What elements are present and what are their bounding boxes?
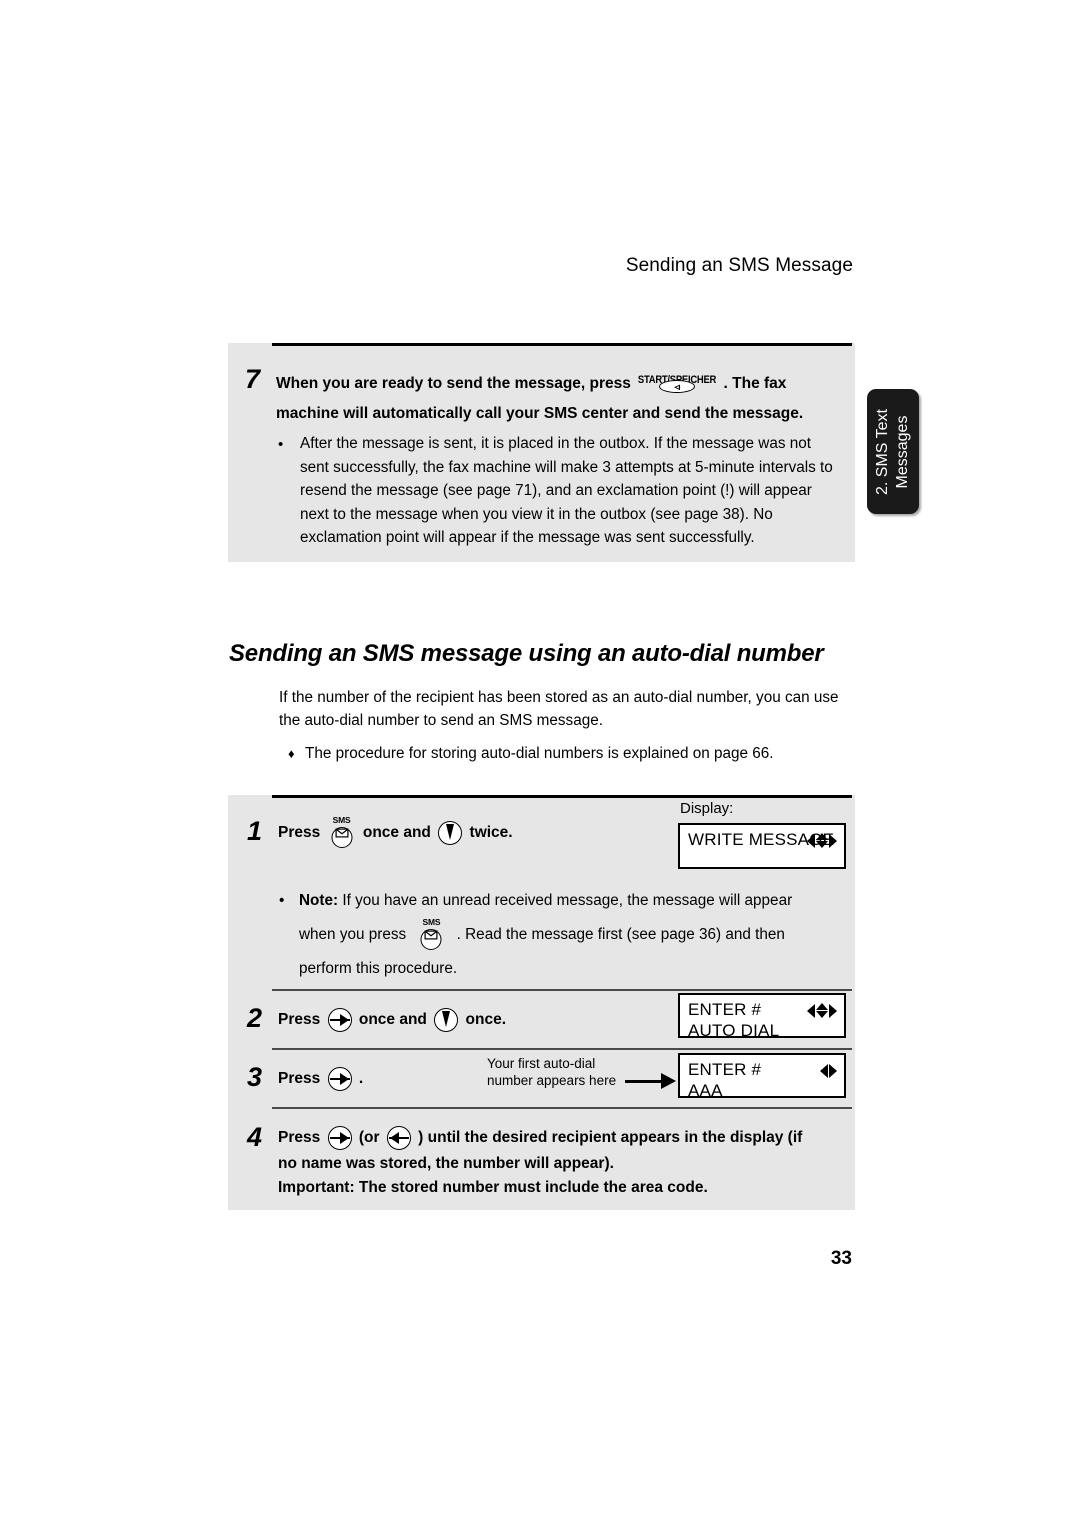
start-speicher-key-icon: START/SPEICHER ⏿: [638, 366, 717, 393]
step-1-end-label: twice.: [469, 824, 513, 842]
sms-key-icon: SMS: [418, 916, 444, 950]
down-arrow-key-icon: [438, 821, 463, 845]
lcd-left-arrow-icon: [820, 1063, 828, 1078]
lcd-right-arrow-icon: [829, 1003, 837, 1018]
step-7-bullet-text: After the message is sent, it is placed …: [300, 435, 833, 546]
note-line-1: • Note: If you have an unread received m…: [279, 884, 845, 918]
step-7-instruction: When you are ready to send the message, …: [276, 366, 846, 429]
sms-key-label: SMS: [332, 815, 351, 825]
step-3-press-label: Press: [278, 1070, 321, 1087]
chapter-thumb-tab-text: 2. SMS Text Messages: [873, 392, 913, 512]
envelope-icon: [424, 930, 438, 940]
note-text-part1: If you have an unread received message, …: [342, 892, 793, 909]
note-line-2: when you press SMS . Read the message fi…: [299, 916, 845, 952]
lcd-left-arrow-icon: [807, 833, 815, 848]
step-3-callout-line-1: Your first auto-dial: [487, 1056, 596, 1071]
step-2-divider-rule: [272, 989, 852, 991]
note-text-part2: when you press: [299, 926, 407, 943]
lcd-updown-arrow-icon: [816, 833, 828, 848]
right-arrow-key-icon: [327, 1125, 352, 1150]
lcd-arrow-indicators-step-1: [807, 831, 837, 850]
step-4-divider-rule: [272, 1107, 852, 1109]
lcd-line-2-step-3: AAA: [688, 1081, 723, 1100]
step-1-instruction: Press SMS once and twice.: [278, 815, 513, 848]
down-arrow-key-wedge: [446, 824, 455, 840]
step-4-continuation: no name was stored, the number will appe…: [278, 1152, 848, 1200]
step-4-press-label: Press: [278, 1129, 321, 1146]
note-label: Note:: [299, 892, 339, 909]
step-3-instruction: Press .: [278, 1065, 363, 1092]
chapter-thumb-tab: 2. SMS Text Messages: [867, 389, 919, 514]
manual-page: Sending an SMS Message 7 When you are re…: [0, 0, 1080, 1528]
step-7-bullet: • After the message is sent, it is place…: [278, 432, 844, 550]
chapter-tab-line-2: Messages: [894, 415, 911, 488]
down-arrow-key-icon: [434, 1007, 459, 1032]
right-arrow-key-icon: [327, 1066, 352, 1091]
section-intro-paragraph: If the number of the recipient has been …: [279, 689, 839, 729]
step-2-end-label: once.: [465, 1011, 507, 1028]
step-3-callout: Your first auto-dial number appears here: [487, 1055, 616, 1089]
step-2-mid-label: once and: [358, 1011, 427, 1028]
sms-key-label: SMS: [422, 916, 441, 927]
power-glyph: ⏿: [674, 381, 681, 391]
section-heading: Sending an SMS message using an auto-dia…: [229, 640, 824, 667]
lcd-display-step-3: ENTER # AAA: [678, 1053, 846, 1100]
step-1-press-label: Press: [278, 824, 321, 842]
step-4-line-3: Important: The stored number must includ…: [278, 1179, 708, 1196]
lcd-arrow-indicators-step-3: [820, 1061, 837, 1080]
panel-top-rule: [272, 343, 852, 346]
step-3-end-label: .: [358, 1070, 364, 1087]
diamond-marker-icon: ♦: [288, 746, 295, 761]
chapter-tab-line-1: 2. SMS Text: [874, 408, 891, 495]
display-label: Display:: [680, 800, 734, 817]
step-number-4: 4: [247, 1122, 263, 1152]
step-number-1: 1: [247, 816, 263, 846]
note-text-part3: . Read the message first (see page 36) a…: [456, 926, 785, 943]
step-4-line-2: no name was stored, the number will appe…: [278, 1155, 614, 1172]
section-diamond-note-text: The procedure for storing auto-dial numb…: [305, 745, 774, 762]
lcd-display-step-2: ENTER # AUTO DIAL: [678, 993, 846, 1040]
left-arrow-key-icon: [386, 1125, 411, 1150]
lcd-right-arrow-icon: [829, 833, 837, 848]
lcd-line-1-step-3: ENTER #: [688, 1060, 762, 1079]
right-arrow-key-icon: [327, 1007, 352, 1032]
step-4-line1-tail: until the desired recipient appears in t…: [427, 1129, 803, 1146]
step-1-mid-label: once and: [362, 824, 431, 842]
note-line-3: perform this procedure.: [299, 952, 845, 986]
lcd-line-2-step-2: AUTO DIAL: [688, 1021, 780, 1040]
lcd-left-arrow-icon: [807, 1003, 815, 1018]
section-diamond-note: ♦ The procedure for storing auto-dial nu…: [288, 743, 848, 765]
note-text-part4: perform this procedure.: [299, 960, 458, 977]
step-3-divider-rule: [272, 1048, 852, 1050]
step-3-callout-line-2: number appears here: [487, 1073, 617, 1088]
step-2-press-label: Press: [278, 1011, 321, 1028]
step-1-note: • Note: If you have an unread received m…: [279, 884, 845, 986]
steps-panel-top-rule: [272, 795, 852, 798]
lcd-right-arrow-icon: [829, 1063, 837, 1078]
step-number-2: 2: [247, 1003, 263, 1033]
start-speicher-key-oval: ⏿: [659, 380, 696, 393]
running-header: Sending an SMS Message: [625, 255, 853, 276]
step-3-callout-arrow-icon: [625, 1073, 676, 1089]
step-4-or-close: ): [418, 1129, 424, 1146]
lcd-display-step-1: WRITE MESSAGE: [678, 823, 846, 869]
step-number-3: 3: [247, 1062, 263, 1092]
step-4-instruction: Press (or ) until the desired recipient …: [278, 1124, 848, 1151]
step-7-text-before: When you are ready to send the message, …: [276, 375, 631, 392]
bullet-marker-icon: •: [278, 436, 284, 453]
envelope-icon: [335, 828, 349, 838]
step-4-or-open: (or: [358, 1129, 380, 1146]
step-number-7: 7: [245, 364, 261, 394]
lcd-arrow-indicators-step-2: [807, 1001, 837, 1020]
note-bullet-icon: •: [279, 892, 285, 909]
page-number: 33: [830, 1248, 852, 1269]
step-2-instruction: Press once and once.: [278, 1006, 506, 1033]
lcd-updown-arrow-icon: [816, 1003, 828, 1018]
sms-key-icon: SMS: [329, 815, 355, 848]
